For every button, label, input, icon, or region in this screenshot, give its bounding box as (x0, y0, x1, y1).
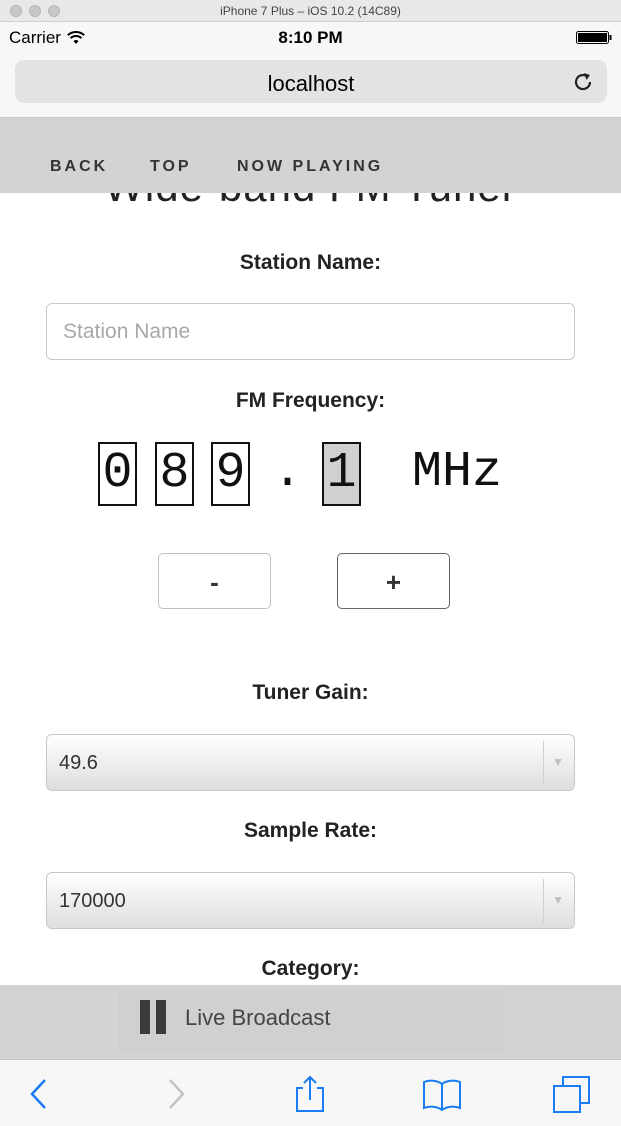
frequency-unit: MHz (412, 444, 503, 501)
tuner-gain-value: 49.6 (59, 752, 98, 774)
frequency-digit-hundreds[interactable]: 0 (98, 442, 137, 506)
frequency-decrement-button[interactable]: - (158, 553, 271, 609)
site-nav: BACK TOP NOW PLAYING (0, 118, 621, 193)
pause-icon[interactable] (140, 1000, 168, 1034)
pause-bar-left (140, 1000, 150, 1034)
fm-frequency-label: FM Frequency: (235, 389, 386, 412)
select-divider (543, 741, 544, 785)
pause-bar-right (156, 1000, 166, 1034)
chevron-down-icon: ▼ (552, 893, 564, 907)
frequency-decimal-point: . (272, 444, 303, 501)
nav-back-link[interactable]: BACK (50, 158, 108, 176)
url-text: localhost (267, 71, 355, 96)
sample-rate-select[interactable]: 170000 ▼ (46, 872, 575, 929)
tuner-gain-select[interactable]: 49.6 ▼ (46, 734, 575, 791)
simulator-title-bar: iPhone 7 Plus – iOS 10.2 (14C89) (0, 0, 621, 22)
station-name-label: Station Name: (239, 251, 382, 274)
frequency-digit-tens[interactable]: 8 (155, 442, 194, 506)
browser-toolbar (0, 1059, 621, 1126)
forward-icon[interactable] (155, 1074, 195, 1114)
simulator-title: iPhone 7 Plus – iOS 10.2 (14C89) (220, 4, 401, 18)
ios-status-bar: Carrier 8:10 PM (0, 22, 621, 52)
nav-now-playing-link[interactable]: NOW PLAYING (237, 158, 383, 176)
player-status-label: Live Broadcast (185, 1005, 331, 1030)
frequency-increment-button[interactable]: + (337, 553, 450, 609)
frequency-display: 0 8 9 . 1 MHz (0, 442, 621, 508)
tabs-icon[interactable] (552, 1074, 592, 1114)
station-name-input[interactable] (46, 303, 575, 360)
sample-rate-label: Sample Rate: (243, 819, 378, 842)
browser-address-bar: localhost (0, 52, 621, 118)
battery-icon (576, 31, 612, 44)
share-icon[interactable] (290, 1074, 330, 1114)
sample-rate-value: 170000 (59, 890, 126, 912)
reload-icon[interactable] (571, 70, 595, 94)
bookmarks-icon[interactable] (422, 1074, 462, 1114)
nav-top-link[interactable]: TOP (150, 158, 192, 176)
url-field[interactable]: localhost (15, 60, 607, 103)
status-time: 8:10 PM (278, 28, 343, 47)
frequency-digit-tenths[interactable]: 1 (322, 442, 361, 506)
frequency-digit-ones[interactable]: 9 (211, 442, 250, 506)
select-divider (543, 879, 544, 923)
tuner-gain-label: Tuner Gain: (252, 681, 369, 704)
chevron-down-icon: ▼ (552, 755, 564, 769)
back-icon[interactable] (20, 1074, 60, 1114)
category-label: Category: (261, 957, 360, 980)
